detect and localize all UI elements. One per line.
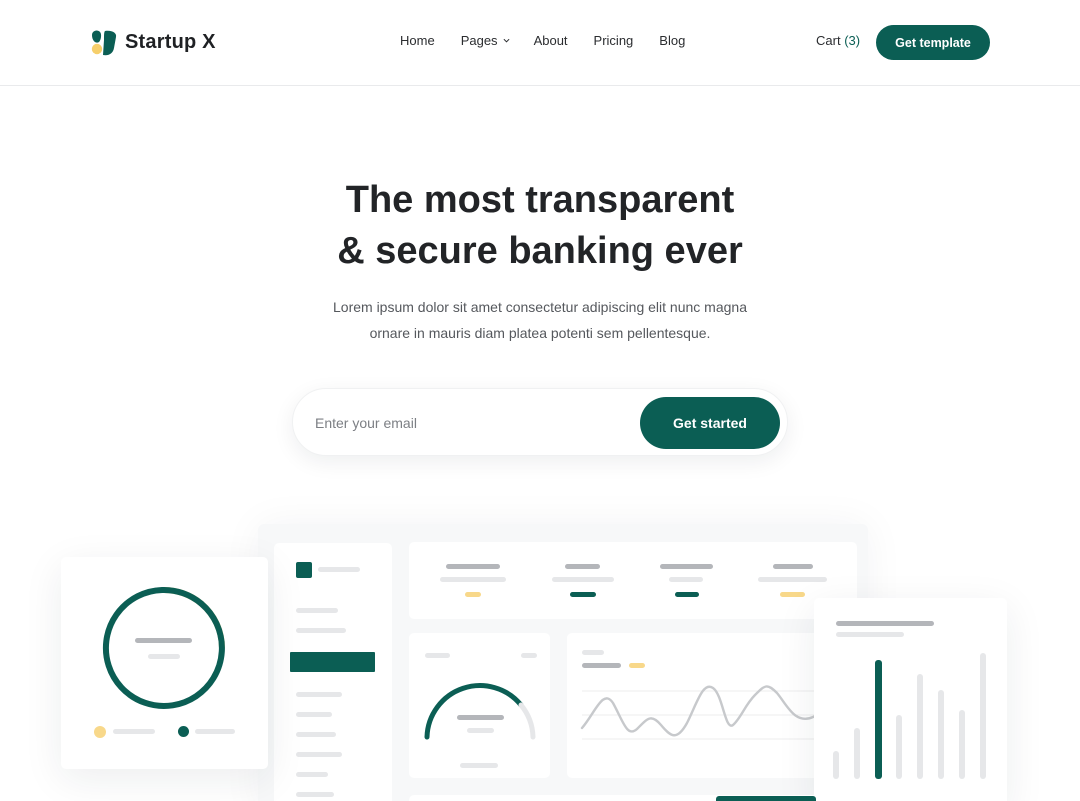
nav-link-pages-label: Pages — [460, 33, 498, 48]
dashboard-stats-card — [409, 542, 857, 619]
hero-subtitle-line-2: ornare in mauris diam platea potenti sem… — [369, 325, 711, 341]
main-menu: Home Pages About Pricing Blog — [400, 33, 685, 48]
hero-title-line-1: The most transparent — [345, 179, 735, 221]
chevron-down-icon — [503, 38, 510, 43]
bar-chart-card — [814, 598, 1007, 801]
brand-name: Startup X — [125, 30, 216, 53]
get-started-button[interactable]: Get started — [640, 397, 780, 449]
cart-link[interactable]: Cart (3) — [816, 33, 860, 48]
nav-link-blog[interactable]: Blog — [659, 33, 685, 48]
nav-link-pages[interactable]: Pages — [461, 33, 510, 48]
donut-chart-card — [61, 557, 268, 769]
cart-count: (3) — [844, 33, 861, 48]
email-signup-form: Get started — [292, 388, 788, 456]
top-navbar: Startup X Home Pages About Pricing Blog … — [0, 0, 1080, 86]
hero-subtitle-line-1: Lorem ipsum dolor sit amet consectetur a… — [333, 299, 747, 315]
hero-title-line-2: & secure banking ever — [337, 230, 743, 272]
sidebar-logo-square — [296, 562, 312, 578]
bar-chart-bars — [814, 598, 1007, 801]
dashboard-gauge-card — [409, 633, 550, 778]
legend-dot-teal — [178, 726, 189, 737]
email-input[interactable] — [315, 411, 615, 435]
get-template-button[interactable]: Get template — [876, 25, 990, 60]
nav-link-home[interactable]: Home — [400, 33, 435, 48]
donut-chart-icon — [102, 586, 225, 709]
hero-subtitle: Lorem ipsum dolor sit amet consectetur a… — [0, 294, 1080, 346]
dashboard-bottom-card — [409, 795, 857, 801]
nav-link-about[interactable]: About — [534, 33, 568, 48]
hero-title: The most transparent & secure banking ev… — [0, 175, 1080, 277]
gauge-chart-icon — [424, 683, 536, 740]
dashboard-sidebar-card — [274, 543, 392, 801]
brand-logo[interactable]: Startup X — [90, 28, 216, 56]
cart-label: Cart — [816, 33, 841, 48]
sidebar-active-item — [290, 652, 375, 672]
startup-logo-icon — [90, 28, 117, 56]
legend-dot-yellow — [94, 726, 106, 738]
nav-link-pricing[interactable]: Pricing — [594, 33, 634, 48]
